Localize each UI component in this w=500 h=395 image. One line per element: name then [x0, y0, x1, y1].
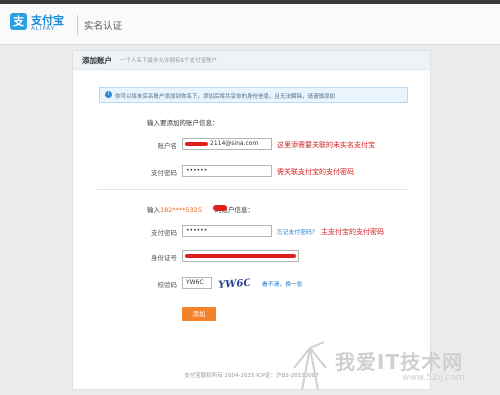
- captcha-label: 校验码: [157, 281, 178, 289]
- card-subtitle: 一个人名下最多允许拥有6个支付宝账户: [120, 58, 218, 64]
- watermark-text: 我爱IT技术网: [335, 350, 464, 374]
- captcha-input[interactable]: YW6C: [182, 277, 212, 289]
- annotation-password: 需关联支付宝的支付密码: [277, 168, 354, 176]
- info-notice: i 你可以将未实名账户添加到你名下，添加后将共享你的身份信息，且无法解除，请谨慎…: [99, 87, 408, 103]
- section2-label-prefix: 输入: [147, 206, 160, 214]
- card-header: 添加账户 一个人名下最多允许拥有6个支付宝账户: [73, 51, 430, 70]
- watermark-url: www.52ij.com: [402, 373, 465, 383]
- alipay-logo-icon[interactable]: 支: [10, 13, 27, 30]
- page-title: 实名认证: [84, 21, 123, 32]
- notice-text: 你可以将未实名账户添加到你名下，添加后将共享你的身份信息，且无法解除，请谨慎添加: [115, 93, 336, 100]
- info-icon: i: [105, 91, 112, 98]
- annotation-main-password: 主支付宝的支付密码: [321, 228, 384, 236]
- site-header: 支 支付宝 ALIPAY 实名认证: [0, 4, 500, 45]
- password-input[interactable]: ••••••: [182, 165, 272, 177]
- main-password-label: 支付密码: [151, 229, 177, 237]
- account-input-value: 2114@sina.com: [210, 140, 259, 147]
- phone-number: 182****5325: [160, 206, 202, 214]
- captcha-image-text: YW6C: [218, 278, 250, 289]
- password-label: 支付密码: [151, 169, 177, 177]
- redaction-mark: [185, 142, 208, 146]
- section2-label: 输入182****5325 的账户信息：: [147, 204, 254, 214]
- id-number-label: 身份证号: [151, 254, 177, 262]
- captcha-image[interactable]: YW6C: [216, 277, 250, 289]
- card-title: 添加账户: [82, 56, 112, 65]
- redaction-mark: [185, 254, 296, 258]
- account-label: 账户名: [157, 142, 178, 150]
- main-password-input[interactable]: ••••••: [182, 225, 272, 237]
- forgot-password-link[interactable]: 忘记支付密码?: [277, 227, 315, 236]
- refresh-captcha-link[interactable]: 看不清，换一张: [262, 279, 303, 288]
- header-divider: [77, 15, 78, 35]
- section-divider: [97, 189, 407, 190]
- brand-name-en: ALIPAY: [31, 26, 56, 32]
- redaction-mark: [213, 205, 227, 211]
- annotation-account: 这里添需要关联的未实名支付宝: [277, 141, 375, 149]
- add-button[interactable]: 添加: [182, 307, 216, 321]
- section1-label: 输入要添加的账户信息：: [147, 119, 219, 127]
